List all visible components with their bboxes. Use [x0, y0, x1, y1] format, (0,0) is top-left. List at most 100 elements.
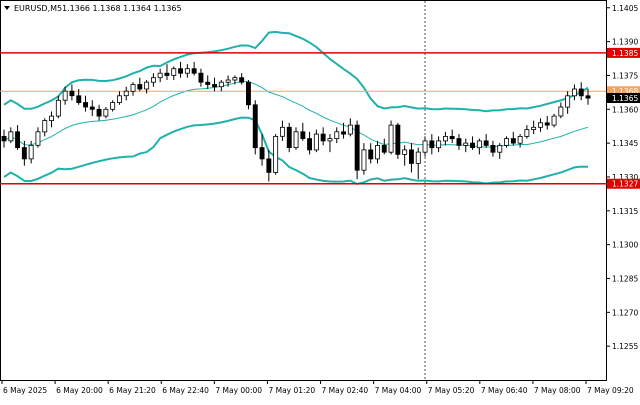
- candle-body: [313, 133, 319, 151]
- x-tick-label: 6 May 21:20: [109, 386, 156, 395]
- candle: [286, 122, 292, 153]
- candle-body: [490, 144, 496, 153]
- candle-body: [21, 147, 27, 160]
- candle-body: [585, 95, 591, 99]
- candle-body: [388, 124, 394, 153]
- candle-body: [375, 144, 380, 160]
- x-tick-label: 7 May 05:20: [428, 386, 475, 395]
- candle-body: [103, 108, 109, 117]
- candle-body: [293, 131, 299, 149]
- candle: [354, 120, 360, 180]
- x-tick-label: 6 May 22:40: [162, 386, 209, 395]
- candle-body: [15, 131, 20, 149]
- y-tick-label: 1.1300: [612, 241, 638, 250]
- candle-body: [252, 104, 258, 149]
- price-chart[interactable]: EURUSD,M5 1.1366 1.1368 1.1364 1.1365 1.…: [0, 0, 640, 401]
- price-tag-level: 1.1327: [607, 178, 640, 189]
- candle: [245, 79, 251, 110]
- candle-body: [123, 90, 129, 97]
- candle-body: [422, 140, 428, 153]
- candle-body: [266, 158, 272, 173]
- candle-body: [470, 142, 475, 149]
- candle-body: [117, 95, 122, 104]
- candle-body: [191, 68, 197, 74]
- candle-body: [239, 77, 245, 83]
- candle-body: [395, 124, 401, 155]
- y-tick-label: 1.1285: [612, 274, 638, 283]
- y-tick-label: 1.1255: [612, 342, 638, 351]
- y-tick-label: 1.1345: [612, 139, 638, 148]
- price-tag-label: 1.1385: [612, 49, 638, 58]
- x-tick-label: 7 May 04:00: [375, 386, 422, 395]
- candle: [551, 113, 557, 128]
- candle-body: [436, 140, 442, 149]
- candle-body: [327, 138, 333, 142]
- candle-body: [456, 138, 462, 146]
- x-tick-label: 7 May 01:20: [268, 386, 315, 395]
- candle-body: [320, 133, 326, 142]
- candle-body: [354, 124, 360, 171]
- candle-body: [232, 77, 238, 81]
- candle-body: [578, 88, 584, 97]
- candle-body: [300, 131, 306, 140]
- candle-body: [62, 90, 68, 101]
- candle-body: [218, 81, 224, 88]
- candle-body: [572, 88, 577, 97]
- candle-body: [42, 120, 48, 133]
- candle-body: [130, 84, 136, 92]
- candle-body: [504, 138, 509, 146]
- candle-body: [415, 151, 421, 164]
- candle-body: [171, 68, 177, 76]
- x-tick-label: 6 May 20:00: [56, 386, 103, 395]
- candle-body: [402, 149, 408, 155]
- symbol-label: EURUSD,M5: [14, 4, 62, 13]
- candle-body: [361, 149, 367, 171]
- candle-body: [55, 99, 61, 117]
- x-tick-label: 7 May 08:00: [534, 386, 581, 395]
- price-tag-label: 1.1365: [612, 94, 638, 103]
- candle-body: [205, 81, 211, 85]
- candle: [395, 122, 401, 159]
- candle-body: [463, 142, 469, 146]
- candle-body: [137, 84, 143, 90]
- candle-body: [408, 149, 414, 164]
- candle-body: [225, 79, 231, 83]
- candle-body: [286, 126, 292, 149]
- candle-body: [449, 135, 455, 140]
- x-tick-label: 7 May 09:20: [587, 386, 634, 395]
- candle-body: [517, 135, 523, 144]
- candle-body: [565, 95, 571, 108]
- x-tick-label: 7 May 02:40: [322, 386, 369, 395]
- price-tag-level: 1.1385: [607, 47, 640, 58]
- candle: [388, 120, 394, 155]
- candle-body: [279, 126, 285, 137]
- y-tick-label: 1.1315: [612, 207, 638, 216]
- candle-body: [76, 95, 82, 104]
- candle-body: [273, 135, 279, 173]
- candle-body: [341, 131, 346, 135]
- candle-body: [497, 144, 503, 153]
- candle-body: [544, 122, 550, 126]
- chart-canvas[interactable]: EURUSD,M5 1.1366 1.1368 1.1364 1.1365 1.…: [0, 0, 640, 401]
- candle-body: [245, 81, 251, 106]
- candle-body: [69, 90, 75, 97]
- candle-body: [164, 72, 170, 76]
- candle-body: [184, 68, 190, 74]
- candle-body: [28, 144, 34, 160]
- candle-body: [212, 84, 217, 88]
- candle: [273, 134, 279, 175]
- candle-body: [35, 131, 41, 146]
- candle-body: [307, 138, 312, 151]
- candle-body: [558, 106, 564, 117]
- x-tick-label: 7 May 00:00: [215, 386, 262, 395]
- candle-body: [368, 149, 374, 160]
- candle-body: [551, 115, 557, 126]
- candle-body: [178, 68, 183, 74]
- y-tick-label: 1.1270: [612, 308, 638, 317]
- candle-body: [531, 126, 537, 131]
- candle-body: [476, 140, 482, 149]
- candle-body: [1, 135, 7, 142]
- candle-body: [442, 135, 448, 142]
- x-tick-label: 6 May 2025: [3, 386, 47, 395]
- candle: [252, 100, 258, 155]
